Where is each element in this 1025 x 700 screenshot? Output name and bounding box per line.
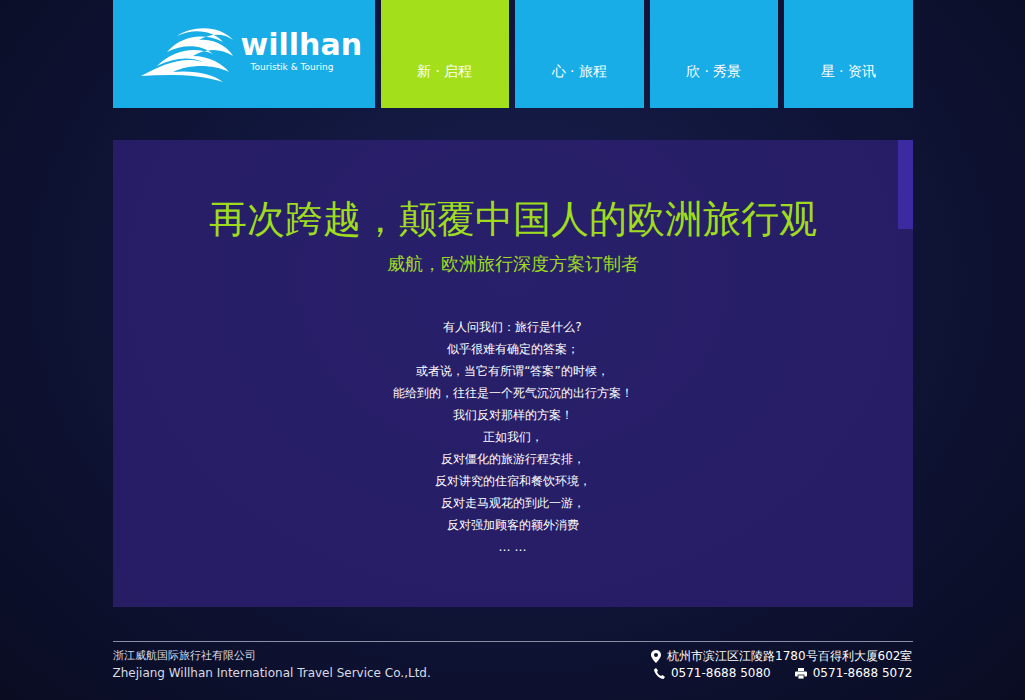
logo-tagline: Touristik & Touring [251,62,363,72]
intro-line: 有人问我们：旅行是什么? [113,316,913,338]
scrollbar-thumb[interactable] [898,140,913,229]
intro-line: 反对强加顾客的额外消费 [113,514,913,536]
phone: 0571-8688 5080 [671,665,771,682]
page: willhan Touristik & Touring 新 · 启程心 · 旅程欣 … [0,0,1025,700]
waves-logo-icon [133,26,237,82]
phone-icon [654,668,665,679]
footer: 浙江威航国际旅行社有限公司Zhejiang Willhan Internatio… [113,641,913,682]
contact-info: 杭州市滨江区江陵路1780号百得利大厦602室0571-8688 5080057… [651,648,912,682]
phone-row: 0571-8688 5080 0571-8688 5072 [654,665,913,682]
company-info: 浙江威航国际旅行社有限公司Zhejiang Willhan Internatio… [113,648,431,682]
logo-name: willhan [241,30,363,60]
hero-title: 再次跨越，颠覆中国人的欧洲旅行观 [113,196,913,242]
intro-line: 或者说，当它有所谓“答案”的时候， [113,360,913,382]
intro-text: 有人问我们：旅行是什么?似乎很难有确定的答案；或者说，当它有所谓“答案”的时候，… [113,316,913,558]
hero-subtitle: 威航，欧洲旅行深度方案订制者 [113,252,913,276]
intro-line: 反对讲究的住宿和餐饮环境， [113,470,913,492]
company-name-cn: 浙江威航国际旅行社有限公司 [113,648,431,664]
scrollbar[interactable] [898,140,913,607]
location-pin-icon [651,650,661,663]
fax-icon [795,668,807,679]
logo-text: willhan Touristik & Touring [241,30,363,72]
content-column: willhan Touristik & Touring 新 · 启程心 · 旅程欣 … [113,0,913,700]
fax: 0571-8688 5072 [813,665,913,682]
company-name-en: Zhejiang Willhan International Travel Se… [113,664,431,682]
intro-panel: 再次跨越，颠覆中国人的欧洲旅行观威航，欧洲旅行深度方案订制者有人问我们：旅行是什… [113,140,913,607]
nav-item[interactable]: 星 · 资讯 [784,0,913,108]
address-row: 杭州市滨江区江陵路1780号百得利大厦602室 [651,648,912,665]
intro-line: 反对僵化的旅游行程安排， [113,448,913,470]
nav-item[interactable]: 心 · 旅程 [515,0,644,108]
address: 杭州市滨江区江陵路1780号百得利大厦602室 [667,648,912,665]
intro-line: 反对走马观花的到此一游， [113,492,913,514]
header: willhan Touristik & Touring 新 · 启程心 · 旅程欣 … [113,0,913,108]
intro-line: … … [113,536,913,558]
intro-line: 正如我们， [113,426,913,448]
nav-item[interactable]: 欣 · 秀景 [650,0,779,108]
intro-line: 我们反对那样的方案！ [113,404,913,426]
intro-line: 似乎很难有确定的答案； [113,338,913,360]
nav-item[interactable]: 新 · 启程 [381,0,510,108]
main-nav: 新 · 启程心 · 旅程欣 · 秀景星 · 资讯 [381,0,913,108]
logo[interactable]: willhan Touristik & Touring [113,0,375,108]
intro-line: 能给到的，往往是一个死气沉沉的出行方案！ [113,382,913,404]
